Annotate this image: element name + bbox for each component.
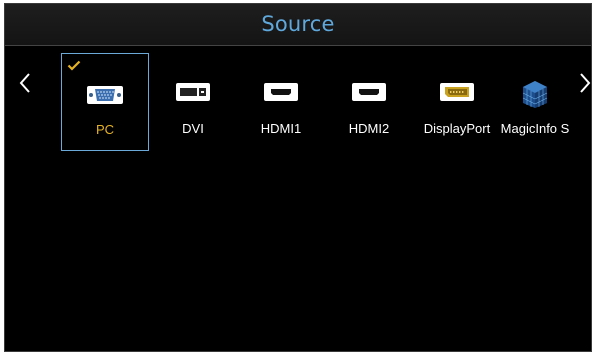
vga-port-icon: [87, 86, 123, 104]
source-item-hdmi1[interactable]: HDMI1: [237, 53, 325, 151]
title-bar: Source: [5, 4, 591, 46]
chevron-right-icon: [580, 73, 591, 93]
next-button[interactable]: [577, 70, 591, 96]
hdmi-port-icon: [352, 83, 386, 101]
prev-button[interactable]: [17, 70, 33, 96]
source-label: MagicInfo S: [500, 121, 570, 136]
hdmi-port-icon: [264, 83, 298, 101]
source-item-hdmi2[interactable]: HDMI2: [325, 53, 413, 151]
source-item-magicinfo-s[interactable]: MagicInfo S: [491, 53, 579, 151]
dvi-port-icon: [176, 83, 210, 101]
source-item-displayport[interactable]: DisplayPort: [413, 53, 501, 151]
source-screen: Source PC DVI HDMI1 HDMI2 DisplayPort Ma…: [4, 3, 592, 352]
displayport-icon: [440, 83, 474, 101]
chevron-left-icon: [19, 73, 30, 93]
checkmark-icon: [67, 60, 81, 71]
source-item-dvi[interactable]: DVI: [149, 53, 237, 151]
page-title: Source: [261, 12, 335, 36]
source-item-pc[interactable]: PC: [61, 53, 149, 151]
magicinfo-icon: [522, 81, 548, 108]
